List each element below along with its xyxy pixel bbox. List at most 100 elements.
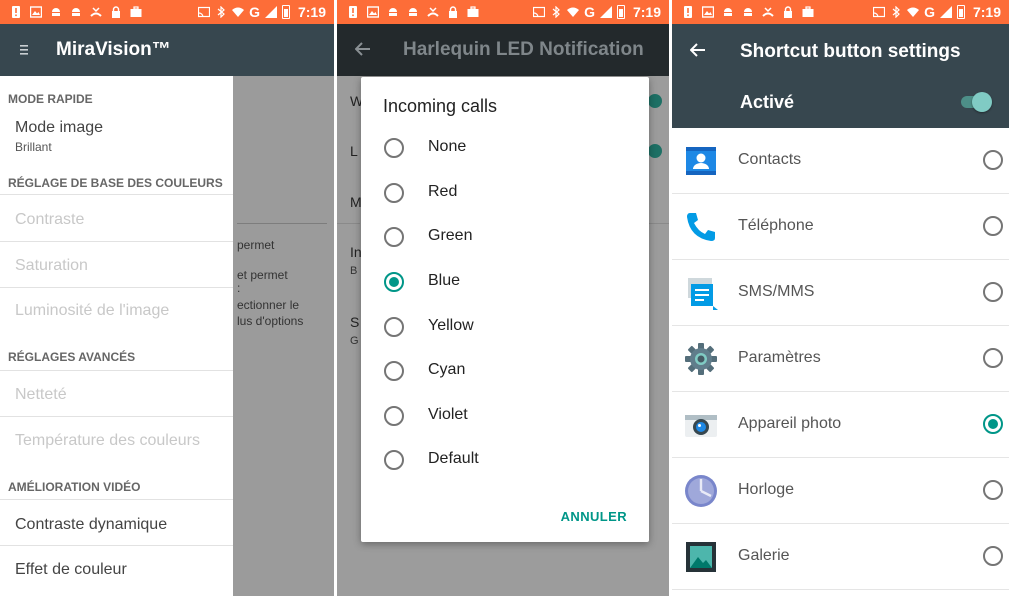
radio-button-selected[interactable] — [384, 272, 404, 292]
radio-button[interactable] — [983, 150, 1003, 170]
app-label: Galerie — [738, 547, 790, 564]
missed-call-icon — [90, 7, 102, 17]
background-text: lus d'options — [237, 314, 304, 328]
radio-button[interactable] — [384, 227, 404, 247]
notification-icons — [347, 5, 479, 19]
mode-image-item[interactable]: Mode image — [15, 119, 103, 137]
radio-button[interactable] — [983, 546, 1003, 566]
divider — [0, 241, 233, 242]
option-yellow[interactable]: Yellow — [361, 305, 649, 349]
app-row-appareil-photo[interactable]: Appareil photo — [672, 392, 1009, 458]
background-text: ectionner le — [237, 298, 300, 312]
status-bar: G 7:19 — [672, 0, 1009, 24]
master-switch-bar[interactable]: Activé — [672, 76, 1009, 128]
missed-call-icon — [427, 7, 439, 17]
app-row-telephone[interactable]: Téléphone — [672, 194, 1009, 260]
app-toolbar: MiraVision™ — [0, 24, 334, 76]
network-type-label: G — [584, 4, 595, 20]
radio-button[interactable] — [983, 216, 1003, 236]
option-violet[interactable]: Violet — [361, 394, 649, 438]
wifi-icon — [907, 7, 920, 17]
background-text: et permet — [237, 268, 288, 282]
option-green[interactable]: Green — [361, 215, 649, 259]
alert-icon — [684, 6, 692, 18]
app-label: Contacts — [738, 151, 802, 168]
briefcase-icon — [130, 6, 142, 17]
menu-icon[interactable] — [20, 45, 28, 55]
nettete-item: Netteté — [15, 386, 67, 403]
background-divider — [648, 223, 669, 224]
notification-icons — [10, 5, 142, 19]
option-none[interactable]: None — [361, 126, 649, 170]
app-row-horloge[interactable]: Horloge — [672, 458, 1009, 524]
settings-gear-icon — [685, 343, 717, 375]
option-cyan[interactable]: Cyan — [361, 349, 649, 393]
radio-button[interactable] — [384, 406, 404, 426]
network-type-label: G — [249, 4, 260, 20]
category-amelioration-video: AMÉLIORATION VIDÉO — [8, 480, 141, 494]
app-toolbar: Harlequin LED Notification — [337, 24, 669, 76]
radio-button[interactable] — [384, 361, 404, 381]
switch-label: Activé — [740, 92, 795, 112]
status-bar: G 7:19 — [0, 0, 334, 24]
divider — [0, 545, 233, 546]
gallery-icon — [686, 542, 716, 572]
app-toolbar: Shortcut button settings — [672, 24, 1009, 76]
option-default[interactable]: Default — [361, 438, 649, 482]
led-color-dialog: Incoming calls None Red Green Blue Yello… — [361, 77, 649, 542]
app-row-parametres[interactable]: Paramètres — [672, 326, 1009, 392]
clock-icon — [685, 475, 717, 507]
status-bar: G 7:19 — [337, 0, 669, 24]
option-red[interactable]: Red — [361, 171, 649, 215]
option-blue[interactable]: Blue — [361, 260, 649, 304]
contacts-icon — [686, 147, 716, 175]
android-icon — [744, 8, 752, 16]
category-mode-rapide: MODE RAPIDE — [8, 92, 93, 106]
effet-couleur-item[interactable]: Effet de couleur — [15, 561, 127, 579]
page-title: Harlequin LED Notification — [403, 39, 644, 60]
navigation-drawer: MODE RAPIDE Mode image Brillant RÉGLAGE … — [0, 76, 233, 596]
cancel-button[interactable]: ANNULER — [561, 509, 627, 524]
clock-time: 7:19 — [632, 4, 661, 20]
harlequin-led-screen: G 7:19 Harlequin LED Notification W L M … — [337, 0, 669, 596]
saturation-item: Saturation — [15, 257, 88, 274]
radio-button[interactable] — [983, 348, 1003, 368]
image-icon — [367, 6, 379, 18]
miravision-screen: G 7:19 MiraVision™ permet et permet : ec… — [0, 0, 334, 596]
radio-button[interactable] — [384, 138, 404, 158]
messaging-icon — [688, 278, 718, 310]
app-label: Paramètres — [738, 349, 821, 366]
option-label: Violet — [428, 406, 468, 423]
radio-button[interactable] — [384, 317, 404, 337]
app-row-galerie[interactable]: Galerie — [672, 524, 1009, 590]
divider — [0, 499, 233, 500]
network-type-label: G — [924, 4, 935, 20]
app-label: Horloge — [738, 481, 795, 498]
alert-icon — [12, 6, 20, 18]
divider — [672, 589, 1009, 590]
radio-button[interactable] — [384, 183, 404, 203]
lock-icon — [449, 6, 457, 18]
back-arrow-icon[interactable] — [355, 41, 371, 57]
system-icons: G 7:19 — [198, 3, 326, 21]
divider — [0, 370, 233, 371]
app-row-contacts[interactable]: Contacts — [672, 128, 1009, 194]
background-item-letter: L — [350, 143, 358, 159]
back-arrow-icon[interactable] — [690, 42, 706, 58]
missed-call-icon — [762, 7, 774, 17]
background-switch — [648, 94, 662, 108]
shortcut-settings-screen: G 7:19 Shortcut button settings Activé C… — [672, 0, 1009, 596]
contraste-dynamique-item[interactable]: Contraste dynamique — [15, 516, 167, 534]
background-item-letter: M — [350, 194, 362, 210]
radio-button[interactable] — [983, 282, 1003, 302]
option-label: Yellow — [428, 317, 474, 334]
toggle-switch-thumb[interactable] — [972, 92, 992, 112]
clock-time: 7:19 — [972, 4, 1001, 20]
radio-button[interactable] — [384, 450, 404, 470]
app-label: Appareil photo — [738, 415, 842, 432]
radio-button[interactable] — [983, 480, 1003, 500]
system-icons: G 7:19 — [873, 3, 1001, 21]
app-row-sms-mms[interactable]: SMS/MMS — [672, 260, 1009, 326]
background-text: permet — [237, 238, 275, 252]
radio-button-selected[interactable] — [983, 414, 1003, 434]
